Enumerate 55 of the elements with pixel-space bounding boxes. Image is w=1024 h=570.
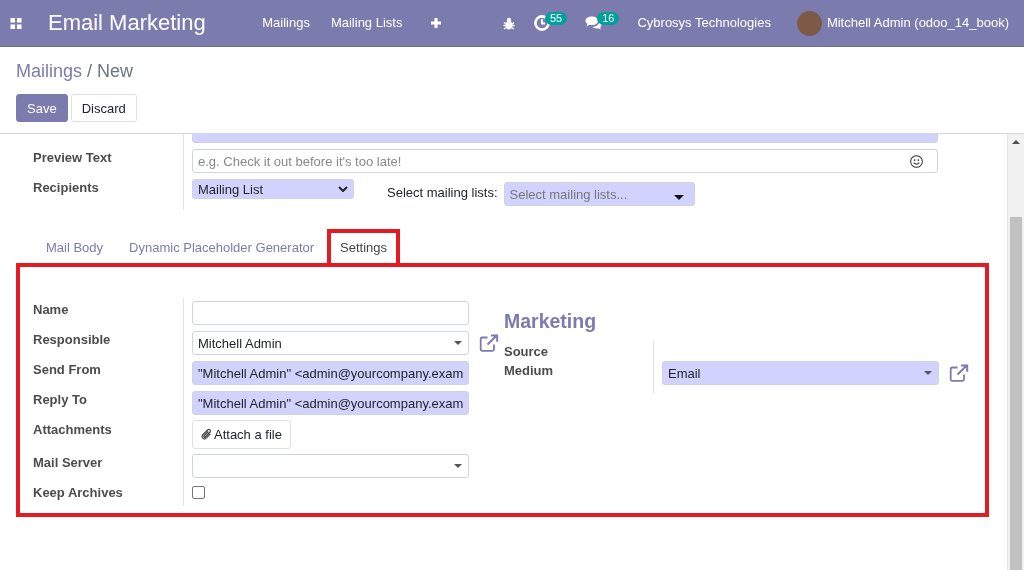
scrollbar-thumb[interactable] [1010,217,1022,570]
menu-item[interactable]: Mailings [251,13,321,33]
external-link-icon[interactable] [949,364,969,382]
paperclip-icon [201,428,212,441]
triangle-up-icon[interactable] [1012,140,1020,144]
chat-icon[interactable] [585,16,603,30]
field-label: Source Medium [504,343,554,380]
input-field[interactable] [192,301,469,325]
field-label: Mail Server [33,455,103,470]
input-field[interactable]: "Mitchell Admin" <admin@yourcompany.exam [192,361,469,385]
tab[interactable]: Settings [327,229,401,263]
input-field[interactable]: e.g. Check it out before it's too late! [192,149,938,173]
dropdown-field[interactable]: Mitchell Admin [192,331,469,355]
smiley-icon[interactable] [910,154,923,168]
chevron-down-icon [338,186,348,192]
breadcrumb-separator: / [87,60,93,82]
user-menu[interactable]: Mitchell Admin (odoo_14_book) [826,13,1009,33]
select-field[interactable]: Mailing List [192,179,354,199]
field-label: Responsible [33,332,111,347]
count-badge: 16 [597,11,620,25]
caret-icon [924,371,932,375]
field-label: Select mailing lists: [387,184,498,202]
breadcrumb-link[interactable]: Mailings [16,60,83,82]
plus-icon[interactable] [430,18,441,28]
scrollbar[interactable] [1007,134,1024,570]
save-button[interactable]: Save [16,94,68,122]
field-label: Keep Archives [33,485,123,500]
field-label: Attachments [33,422,112,437]
company-switcher[interactable]: Cybrosys Technologies [637,13,771,33]
count-badge: 55 [544,11,568,25]
external-link-icon[interactable] [479,334,499,352]
caret-icon [673,194,684,200]
checkbox[interactable] [192,486,205,499]
field-label: Preview Text [33,150,112,165]
tab[interactable]: Mail Body [33,229,117,263]
attach-button[interactable]: Attach a file [192,420,291,449]
group-title: Marketing [504,309,598,333]
field-label: Send From [33,362,101,377]
dropdown-field[interactable] [192,454,469,478]
bug-icon[interactable] [502,16,515,30]
dropdown-field[interactable]: Email [662,361,939,385]
app-title[interactable]: Email Marketing [48,10,206,36]
field-label: Reply To [33,392,87,407]
field-label: Recipients [33,180,99,195]
grid-icon[interactable] [10,17,22,29]
input-field[interactable]: "Mitchell Admin" <admin@yourcompany.exam [192,391,469,415]
clock-icon[interactable] [533,15,550,31]
dropdown-field[interactable]: Select mailing lists... [503,182,695,206]
breadcrumb-current: New [97,60,134,82]
discard-button[interactable]: Discard [70,94,137,122]
menu-item[interactable]: Mailing Lists [320,13,413,33]
field-label: Name [33,302,69,317]
caret-icon [454,464,462,468]
caret-icon [454,341,462,345]
tab[interactable]: Dynamic Placeholder Generator [116,229,328,263]
